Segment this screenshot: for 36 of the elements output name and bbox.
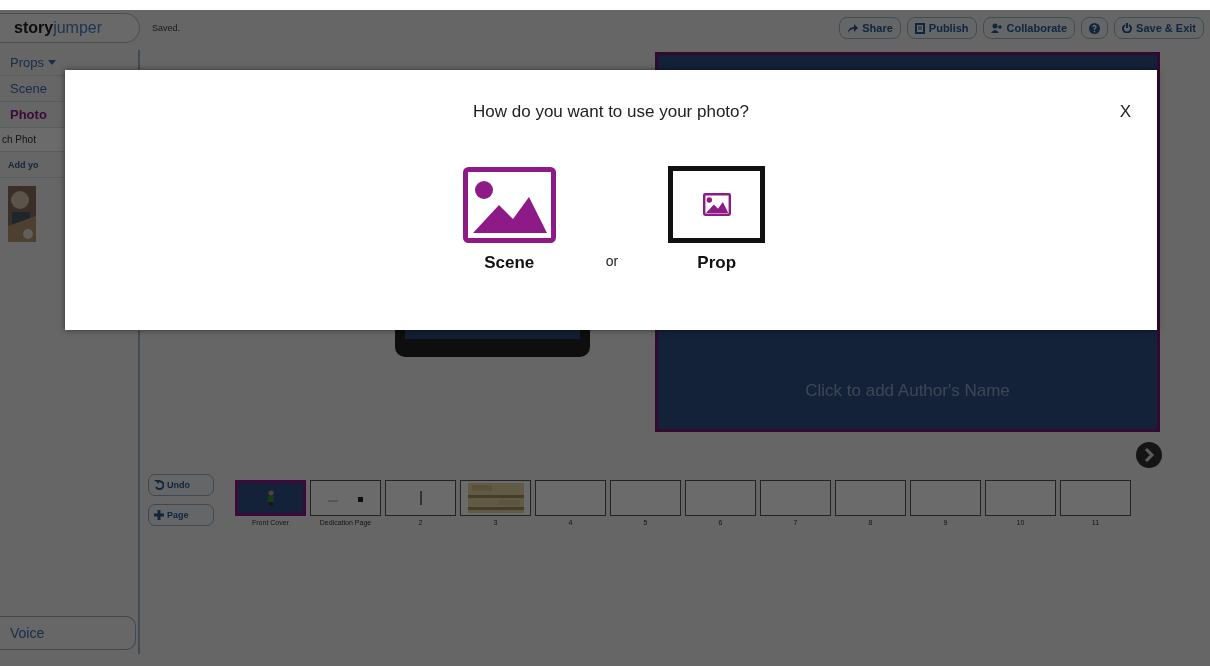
image-icon (462, 167, 556, 243)
power-icon (1122, 23, 1133, 33)
help-icon (1089, 22, 1101, 34)
caret-icon (47, 60, 56, 65)
undo-button[interactable]: Undo (148, 474, 214, 496)
people-icon (990, 23, 1003, 33)
header-button[interactable]: Share (839, 17, 901, 39)
add-page-button[interactable]: Page (148, 504, 214, 526)
dialog-title: How do you want to use your photo? (473, 102, 749, 122)
logo[interactable]: storyjumper (0, 13, 140, 43)
page-thumbnail[interactable] (460, 480, 531, 516)
header-button[interactable]: Save & Exit (1114, 17, 1204, 39)
page-thumbnail[interactable] (235, 480, 306, 516)
page-thumbnail[interactable] (1060, 480, 1131, 516)
header-button[interactable]: Collaborate (982, 17, 1076, 39)
voice-button[interactable]: Voice (0, 616, 136, 650)
option-button[interactable]: Scene (462, 167, 556, 273)
page-thumbnail[interactable] (760, 480, 831, 516)
close-button[interactable]: X (1119, 102, 1131, 122)
share-icon (847, 23, 859, 33)
save-status: Saved. (152, 23, 181, 33)
page-thumbnail[interactable] (685, 480, 756, 516)
page-thumbnail[interactable] (985, 480, 1056, 516)
header-button[interactable]: Publish (906, 17, 977, 39)
page-thumbnail[interactable] (910, 480, 981, 516)
page-thumbnail[interactable] (535, 480, 606, 516)
page-thumbnail[interactable] (310, 480, 381, 516)
page-thumbnail[interactable] (835, 480, 906, 516)
page-thumbnail[interactable] (385, 480, 456, 516)
plus-icon (154, 510, 164, 520)
undo-icon (154, 480, 164, 490)
help-button[interactable] (1081, 17, 1109, 39)
book-icon (914, 22, 925, 34)
or-label: or (605, 253, 619, 271)
page-thumbnail[interactable] (610, 480, 681, 516)
image-icon (702, 193, 731, 216)
